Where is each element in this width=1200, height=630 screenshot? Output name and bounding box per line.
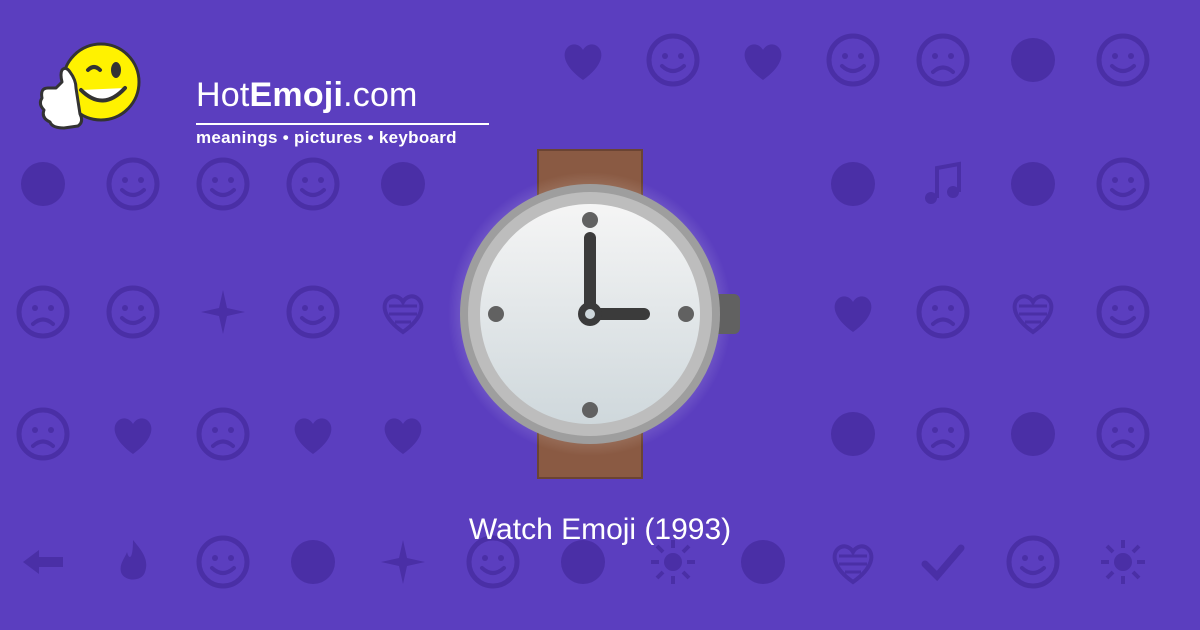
tongue-wink-icon: [1095, 284, 1151, 340]
monkey-icon: [825, 406, 881, 462]
emoji-caption: Watch Emoji (1993): [468, 513, 732, 546]
recycle-icon: [375, 156, 431, 212]
striped-heart-icon: [375, 284, 431, 340]
raising-hands-icon: [825, 156, 881, 212]
revolving-hearts-icon: [285, 406, 341, 462]
site-tagline: meanings • pictures • keyboard: [196, 128, 457, 147]
heart-icon: [555, 32, 611, 88]
hour-marker-9: [488, 306, 504, 322]
sad-face-icon: [15, 406, 71, 462]
thumbs-up-wink-mascot-icon: [38, 42, 141, 130]
watch-icon: [448, 149, 740, 479]
eyes-icon: [15, 156, 71, 212]
sparkles-icon: [195, 284, 251, 340]
striped-heart-icon: [1005, 284, 1061, 340]
see-no-evil-icon: [1005, 156, 1061, 212]
devil-face-icon: [1005, 406, 1061, 462]
kiss-face-icon: [645, 32, 701, 88]
hour-marker-3: [678, 306, 694, 322]
tired-face-icon: [195, 406, 251, 462]
music-notes-icon: [915, 156, 971, 212]
broken-heart-icon: [825, 284, 881, 340]
scream-face-icon: [915, 406, 971, 462]
grinning-face-icon: [105, 284, 161, 340]
site-name-suffix: .com: [343, 76, 418, 114]
heart-arrow-icon: [105, 406, 161, 462]
sleeping-face-icon: [1095, 156, 1151, 212]
frowning-face-icon: [15, 284, 71, 340]
hour-marker-6: [582, 402, 598, 418]
site-name: HotEmoji.com: [196, 78, 418, 112]
weary-face-icon: [915, 32, 971, 88]
site-logo[interactable]: HotEmoji.com meanings • pictures • keybo…: [36, 30, 489, 147]
smirk-face-icon: [105, 156, 161, 212]
shaking-face-icon: [285, 156, 341, 212]
relieved-face-icon: [195, 156, 251, 212]
ok-hand-icon: [1005, 32, 1061, 88]
hour-marker-12: [582, 212, 598, 228]
angry-face-icon: [1095, 406, 1151, 462]
heart-outline-icon: [375, 406, 431, 462]
neutral-face-icon: [1095, 32, 1151, 88]
smiley-icon: [825, 32, 881, 88]
grin-face-icon: [285, 284, 341, 340]
logo-divider: [196, 123, 489, 125]
two-hearts-icon: [735, 32, 791, 88]
site-name-bold: Emoji: [249, 76, 344, 114]
confused-face-icon: [915, 284, 971, 340]
site-name-prefix: Hot: [196, 76, 250, 114]
